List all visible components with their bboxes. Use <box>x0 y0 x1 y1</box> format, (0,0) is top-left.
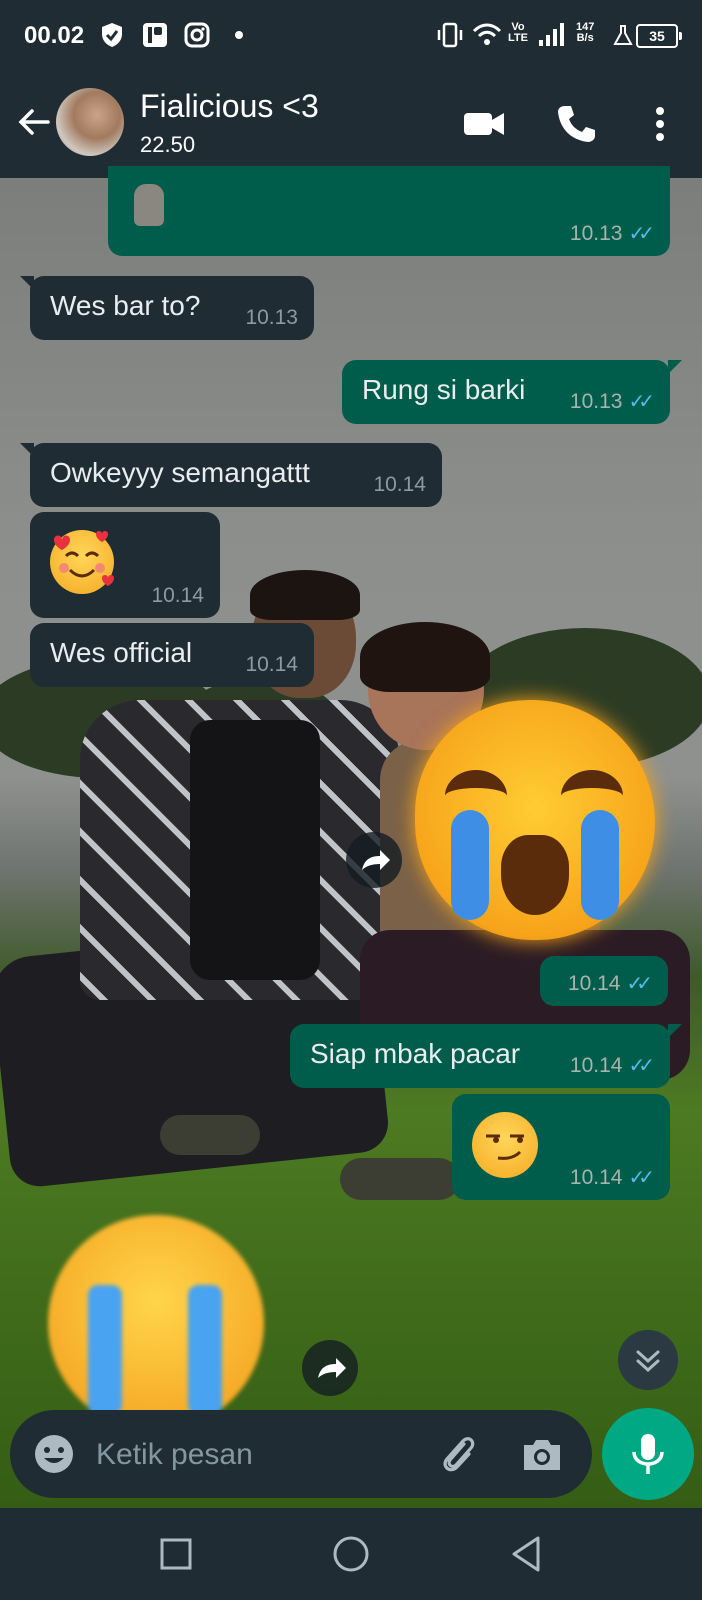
forward-icon[interactable] <box>302 1340 358 1396</box>
sticker-mouth <box>501 835 569 915</box>
sticker-tear <box>581 810 619 920</box>
home-circle-icon[interactable] <box>327 1530 375 1578</box>
scroll-to-bottom-icon[interactable] <box>618 1330 678 1390</box>
wifi-icon <box>472 23 502 45</box>
moai-emoji <box>134 184 164 226</box>
status-time: 00.02 <box>24 22 85 49</box>
wallpaper-person <box>190 720 320 980</box>
message-time: 10.13 <box>569 221 623 245</box>
message-meta: 10.13 ✓✓ <box>569 389 655 414</box>
message-time: 10.14 <box>567 971 621 995</box>
battery-icon: 35 <box>636 24 682 48</box>
flask-icon <box>613 25 633 45</box>
message-meta: 10.14 ✓✓ <box>569 1165 655 1190</box>
back-arrow-icon[interactable] <box>14 102 54 142</box>
more-vert-icon[interactable] <box>636 100 684 148</box>
app-p-icon <box>143 23 167 47</box>
message-text: Rung si barki <box>362 374 526 405</box>
message-text: Wes bar to? <box>50 290 201 321</box>
contact-avatar[interactable] <box>56 88 124 156</box>
read-ticks-icon: ✓✓ <box>626 973 652 995</box>
message-time: 10.13 <box>245 306 298 329</box>
message-input[interactable] <box>94 1428 418 1482</box>
read-ticks-icon: ✓✓ <box>628 223 654 245</box>
smirking-face-emoji <box>472 1112 538 1178</box>
mic-button[interactable] <box>602 1408 694 1500</box>
message-time: 10.14 <box>151 584 204 607</box>
message-meta: 10.14 <box>151 584 204 608</box>
network-type: Vo LTE <box>508 22 528 44</box>
instagram-icon <box>184 22 210 48</box>
message-meta: 10.13 <box>245 306 298 330</box>
vibrate-icon <box>437 22 463 48</box>
message-bubble-outgoing[interactable]: 10.14 ✓✓ <box>452 1094 670 1200</box>
contact-name[interactable]: Fialicious <3 <box>140 88 319 125</box>
bubble-tail <box>20 276 34 290</box>
message-time: 10.13 <box>569 389 623 413</box>
recents-square-icon[interactable] <box>152 1530 200 1578</box>
message-time: 10.14 <box>245 653 298 676</box>
message-text: Siap mbak pacar <box>310 1038 521 1069</box>
sticker-tear <box>451 810 489 920</box>
message-meta: 10.14 <box>373 473 426 497</box>
wallpaper-person <box>360 622 490 692</box>
message-bubble-outgoing[interactable]: Rung si barki 10.13 ✓✓ <box>342 360 682 424</box>
phone-icon[interactable] <box>552 100 600 148</box>
network-speed: 147 B/s <box>576 22 594 44</box>
read-ticks-icon: ✓✓ <box>628 1167 654 1189</box>
message-composer <box>10 1410 592 1498</box>
mic-icon <box>632 1434 664 1474</box>
last-seen[interactable]: 22.50 <box>140 132 195 158</box>
message-meta: 10.14 ✓✓ <box>567 971 653 996</box>
smiling-face-with-hearts-emoji <box>50 530 114 594</box>
message-meta: 10.14 ✓✓ <box>569 1053 655 1078</box>
wallpaper-person <box>250 570 360 620</box>
attach-icon[interactable] <box>434 1430 482 1478</box>
message-text: Owkeyyy semangattt <box>50 457 310 488</box>
video-call-icon[interactable] <box>460 100 508 148</box>
forward-icon[interactable] <box>346 832 402 888</box>
message-text: Wes official <box>50 637 193 668</box>
emoji-icon[interactable] <box>30 1430 78 1478</box>
message-bubble-outgoing[interactable]: Siap mbak pacar 10.14 ✓✓ <box>290 1024 682 1088</box>
message-time: 10.14 <box>373 473 426 496</box>
sticker-tear <box>188 1285 222 1415</box>
signal-icon <box>539 23 564 46</box>
shield-icon <box>102 23 122 47</box>
chat-header: Fialicious <3 22.50 <box>0 72 702 178</box>
back-triangle-icon[interactable] <box>502 1530 550 1578</box>
message-bubble-outgoing[interactable]: 10.13 ✓✓ <box>108 166 670 256</box>
status-bar: 00.02 Vo LTE 147 B/s 35 <box>0 0 702 72</box>
speed-unit: B/s <box>576 32 594 44</box>
read-ticks-icon: ✓✓ <box>628 391 654 413</box>
network-type-bottom: LTE <box>508 32 528 44</box>
message-meta: 10.13 ✓✓ <box>569 221 655 246</box>
message-bubble-incoming[interactable]: Owkeyyy semangattt 10.14 <box>20 443 442 507</box>
wallpaper-shoe <box>160 1115 260 1155</box>
sticker-tear <box>88 1285 122 1415</box>
system-nav-bar <box>0 1508 702 1600</box>
read-ticks-icon: ✓✓ <box>628 1055 654 1077</box>
bubble-tail <box>668 360 682 374</box>
message-meta: 10.14 <box>245 653 298 677</box>
bubble-tail <box>20 443 34 457</box>
message-bubble-incoming[interactable]: Wes official 10.14 <box>30 623 314 687</box>
message-time: 10.14 <box>569 1053 623 1077</box>
loudly-crying-face-sticker[interactable] <box>48 1215 264 1431</box>
camera-icon[interactable] <box>518 1430 566 1478</box>
loudly-crying-face-sticker[interactable] <box>415 700 655 940</box>
dot-icon <box>235 31 243 39</box>
message-bubble-incoming[interactable]: Wes bar to? 10.13 <box>20 276 314 340</box>
sticker-meta-bubble: 10.14 ✓✓ <box>540 956 668 1006</box>
message-time: 10.14 <box>569 1165 623 1189</box>
wallpaper-shoe <box>340 1158 460 1200</box>
message-bubble-incoming[interactable]: 10.14 <box>30 512 220 618</box>
bubble-tail <box>668 1024 682 1038</box>
